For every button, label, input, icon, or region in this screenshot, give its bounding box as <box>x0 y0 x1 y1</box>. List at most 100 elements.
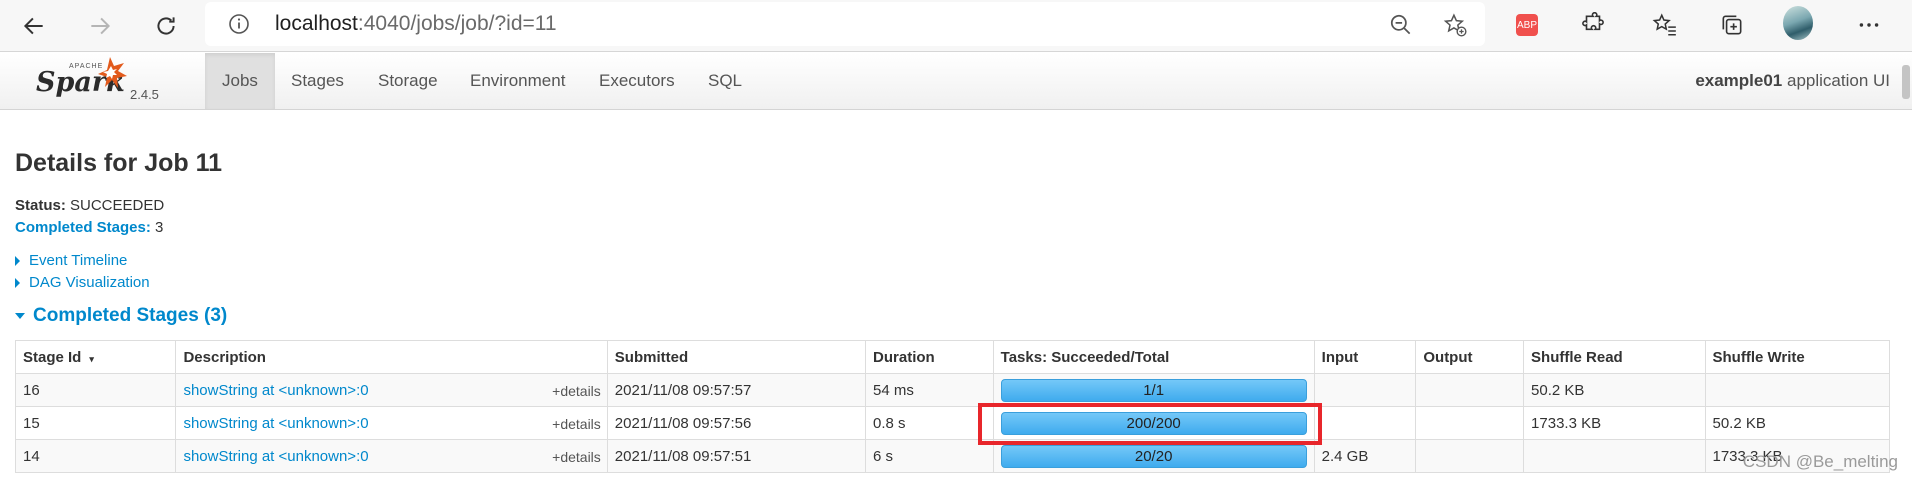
annotation-highlight-box <box>978 403 1322 445</box>
header-submitted[interactable]: Submitted <box>606 340 867 374</box>
spark-star-icon <box>98 57 127 88</box>
url-path: :4040/jobs/job/?id=11 <box>357 12 557 35</box>
address-bar[interactable]: localhost:4040/jobs/job/?id=11 <box>205 2 1485 46</box>
header-shuffle-read[interactable]: Shuffle Read <box>1523 340 1706 374</box>
page-title: Details for Job 11 <box>15 149 223 177</box>
stage-description-link[interactable]: showString at <unknown>:0 <box>183 415 368 432</box>
profile-button[interactable] <box>1783 6 1813 40</box>
tasks-progress-text: 20/20 <box>1134 447 1173 465</box>
puzzle-icon <box>1582 12 1604 31</box>
event-timeline-label: Event Timeline <box>29 252 128 269</box>
cell-description: showString at <unknown>:0 +details <box>175 406 608 440</box>
forward-button[interactable] <box>80 6 120 46</box>
caret-right-icon <box>15 255 20 266</box>
arrow-right-icon <box>91 17 111 35</box>
cell-duration: 0.8 s <box>865 406 994 440</box>
status-value: SUCCEEDED <box>65 197 165 214</box>
tab-stages[interactable]: Stages <box>274 53 361 109</box>
app-suffix: application UI <box>1782 71 1890 90</box>
cell-shuffle-read: 50.2 KB <box>1523 373 1706 407</box>
header-description[interactable]: Description <box>175 340 608 374</box>
table-row: 14 showString at <unknown>:0 +details 202… <box>14 439 1890 473</box>
completed-stages-link[interactable]: Completed Stages: <box>15 219 151 236</box>
sort-desc-icon: ▾ <box>89 353 94 364</box>
tab-storage[interactable]: Storage <box>361 53 455 109</box>
scrollbar[interactable] <box>1902 65 1910 99</box>
tab-sql[interactable]: SQL <box>691 53 759 109</box>
favorites-button[interactable] <box>1650 10 1680 40</box>
tab-environment[interactable]: Environment <box>453 53 582 109</box>
cell-input: 2.4 GB <box>1313 439 1417 473</box>
cell-duration: 6 s <box>865 439 994 473</box>
cell-description: showString at <unknown>:0 +details <box>175 439 608 473</box>
cell-shuffle-read <box>1523 439 1706 473</box>
event-timeline-toggle[interactable]: Event Timeline <box>15 252 127 269</box>
spark-version: 2.4.5 <box>130 87 159 102</box>
header-tasks[interactable]: Tasks: Succeeded/Total <box>992 340 1315 374</box>
cell-input <box>1313 406 1417 440</box>
info-icon[interactable] <box>227 12 251 36</box>
cell-shuffle-read: 1733.3 KB <box>1523 406 1706 440</box>
table-row: 15 showString at <unknown>:0 +details 202… <box>14 406 1890 440</box>
header-duration[interactable]: Duration <box>865 340 994 374</box>
stage-description-link[interactable]: showString at <unknown>:0 <box>183 382 368 399</box>
application-title: example01 application UI <box>1695 71 1890 91</box>
tab-jobs[interactable]: Jobs <box>205 53 275 109</box>
details-toggle[interactable]: +details <box>552 416 601 432</box>
cell-output <box>1415 373 1525 407</box>
spark-logo[interactable]: APACHE Spark 2.4.5 <box>36 55 196 107</box>
cell-output <box>1415 406 1525 440</box>
collections-icon <box>1722 15 1742 35</box>
add-favorite-icon[interactable] <box>1442 12 1468 38</box>
favorites-list-icon <box>1652 13 1676 36</box>
dag-visualization-label: DAG Visualization <box>29 274 150 291</box>
header-input[interactable]: Input <box>1313 340 1417 374</box>
settings-menu-button[interactable] <box>1854 10 1884 40</box>
refresh-icon <box>157 17 175 35</box>
completed-stages-count: 3 <box>150 219 164 236</box>
job-status: Status: SUCCEEDED <box>15 197 164 214</box>
cell-submitted: 2021/11/08 09:57:56 <box>606 406 867 440</box>
header-shuffle-write[interactable]: Shuffle Write <box>1704 340 1890 374</box>
completed-stages-header[interactable]: Completed Stages (3) <box>15 305 227 327</box>
cell-description: showString at <unknown>:0 +details <box>175 373 608 407</box>
stage-description-link[interactable]: showString at <unknown>:0 <box>183 448 368 465</box>
tasks-progress-bar: 20/20 <box>1000 444 1307 468</box>
abp-icon: ABP <box>1516 14 1538 36</box>
cell-submitted: 2021/11/08 09:57:57 <box>606 373 867 407</box>
extension-abp-button[interactable]: ABP <box>1512 10 1542 40</box>
tasks-progress-text: 1/1 <box>1143 381 1165 399</box>
spark-navbar: APACHE Spark 2.4.5 Jobs Stages Storage E… <box>0 53 1912 110</box>
status-label: Status: <box>15 197 66 214</box>
back-button[interactable] <box>14 6 54 46</box>
avatar <box>1783 6 1813 40</box>
details-toggle[interactable]: +details <box>552 383 601 399</box>
cell-duration: 54 ms <box>865 373 994 407</box>
header-output[interactable]: Output <box>1415 340 1525 374</box>
caret-right-icon <box>15 277 20 288</box>
header-stage-id-label: Stage Id <box>23 348 82 366</box>
collections-button[interactable] <box>1717 10 1747 40</box>
tab-executors[interactable]: Executors <box>582 53 692 109</box>
header-stage-id[interactable]: Stage Id ▾ <box>14 340 177 374</box>
cell-shuffle-write: 50.2 KB <box>1704 406 1890 440</box>
cell-input <box>1313 373 1417 407</box>
app-name: example01 <box>1695 71 1783 90</box>
browser-toolbar: localhost:4040/jobs/job/?id=11 ABP <box>0 0 1912 52</box>
table-row: 16 showString at <unknown>:0 +details 202… <box>14 373 1890 407</box>
caret-down-icon <box>15 313 25 319</box>
stages-table: Stage Id ▾ Description Submitted Duration… <box>14 340 1890 473</box>
completed-stages-title: Completed Stages (3) <box>33 305 228 326</box>
tasks-progress-bar: 1/1 <box>1000 378 1307 402</box>
cell-stage-id: 15 <box>14 406 177 440</box>
extensions-button[interactable] <box>1578 10 1608 40</box>
dag-visualization-toggle[interactable]: DAG Visualization <box>15 274 150 291</box>
ext-label: ABP <box>1516 19 1537 31</box>
zoom-out-icon[interactable] <box>1388 12 1414 38</box>
cell-shuffle-write <box>1704 373 1890 407</box>
details-toggle[interactable]: +details <box>552 449 601 465</box>
completed-stages-summary: Completed Stages: 3 <box>15 219 163 236</box>
reload-button[interactable] <box>146 6 186 46</box>
cell-output <box>1415 439 1525 473</box>
url-text[interactable]: localhost:4040/jobs/job/?id=11 <box>275 12 557 36</box>
